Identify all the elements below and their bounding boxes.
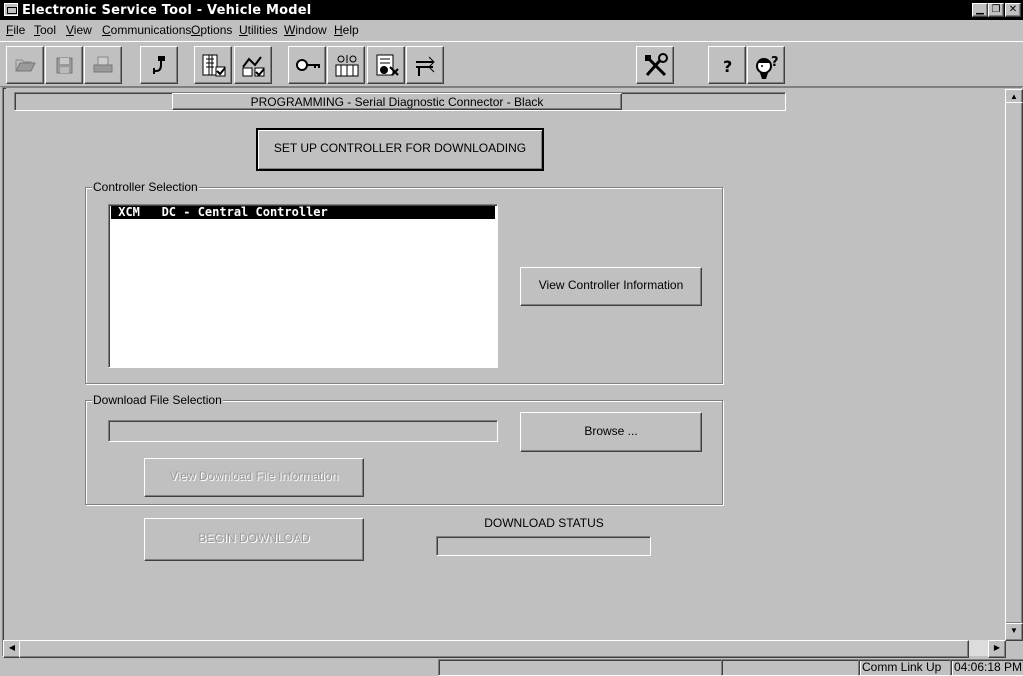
ecm-summary-icon[interactable] — [194, 46, 232, 84]
close-icon[interactable]: ✕ — [1005, 3, 1021, 17]
tools-icon[interactable] — [636, 46, 674, 84]
diagnostic-tests-icon[interactable] — [327, 46, 365, 84]
connect-icon[interactable] — [140, 46, 178, 84]
window-title: Electronic Service Tool - Vehicle Model — [22, 3, 312, 18]
app-icon[interactable] — [4, 3, 18, 16]
svg-text:?: ? — [771, 55, 779, 70]
configuration-icon[interactable] — [367, 46, 405, 84]
save-icon[interactable] — [45, 46, 83, 84]
restore-icon[interactable]: ❐ — [988, 3, 1004, 17]
menu-bar: File Tool View Communications Options Ut… — [0, 20, 1023, 40]
horizontal-scroll-thumb[interactable] — [19, 640, 969, 658]
begin-download-button[interactable]: BEGIN DOWNLOAD — [144, 518, 364, 561]
key-icon[interactable] — [288, 46, 326, 84]
download-status-label: DOWNLOAD STATUS — [484, 516, 604, 530]
download-file-selection-label: Download File Selection — [92, 393, 223, 407]
scroll-down-icon[interactable]: ▼ — [1005, 623, 1023, 641]
title-bar: Electronic Service Tool - Vehicle Model … — [0, 0, 1023, 20]
status-pane-2 — [721, 659, 861, 676]
comm-status: Comm Link Up — [858, 659, 953, 676]
flash-program-icon[interactable] — [406, 46, 444, 84]
toolbar: ? ? — [0, 41, 1023, 87]
connection-header: PROGRAMMING - Serial Diagnostic Connecto… — [172, 93, 622, 110]
svg-text:?: ? — [723, 57, 732, 76]
clock: 04:06:18 PM — [950, 659, 1023, 676]
status-pane-1 — [438, 659, 723, 676]
menu-window[interactable]: Window — [284, 23, 327, 37]
open-icon[interactable] — [6, 46, 44, 84]
whats-this-help-icon[interactable]: ? — [747, 46, 785, 84]
menu-view[interactable]: View — [66, 23, 92, 37]
menu-communications[interactable]: Communications — [102, 23, 191, 37]
minimize-icon[interactable]: ▁ — [972, 3, 988, 17]
controller-list-item[interactable]: XCM DC - Central Controller — [111, 206, 495, 219]
menu-tool[interactable]: Tool — [34, 23, 56, 37]
scroll-right-icon[interactable]: ▶ — [988, 640, 1006, 658]
setup-controller-button[interactable]: SET UP CONTROLLER FOR DOWNLOADING — [256, 128, 544, 171]
download-status-field — [436, 536, 651, 556]
menu-help[interactable]: Help — [334, 23, 359, 37]
download-file-field[interactable] — [108, 420, 498, 442]
menu-utilities[interactable]: Utilities — [239, 23, 278, 37]
browse-button[interactable]: Browse ... — [520, 412, 702, 452]
controller-listbox[interactable] — [108, 204, 498, 368]
menu-options[interactable]: Options — [191, 23, 232, 37]
menu-file[interactable]: File — [6, 23, 25, 37]
view-download-file-info-button[interactable]: View Download File Information — [144, 458, 364, 497]
status-check-icon[interactable] — [234, 46, 272, 84]
print-icon[interactable] — [84, 46, 122, 84]
controller-selection-label: Controller Selection — [92, 180, 199, 194]
help-icon[interactable]: ? — [708, 46, 746, 84]
view-controller-info-button[interactable]: View Controller Information — [520, 267, 702, 306]
status-bar: Comm Link Up 04:06:18 PM — [0, 657, 1023, 676]
vertical-scroll-thumb[interactable] — [1005, 102, 1023, 624]
